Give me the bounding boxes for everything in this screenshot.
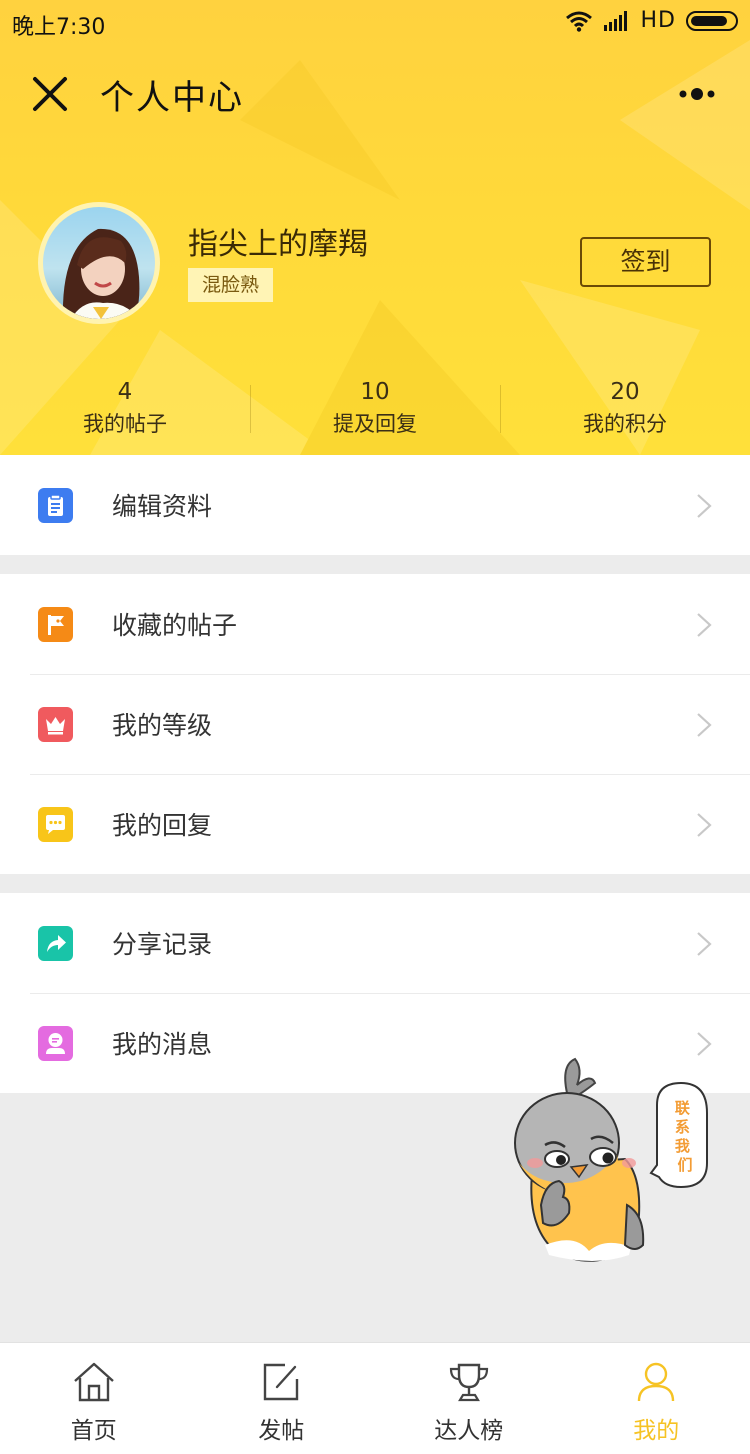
menu-item-label: 我的消息 (112, 1030, 213, 1059)
chat-bubble-icon (38, 807, 73, 842)
stat-value: 20 (610, 379, 640, 405)
stat-posts[interactable]: 4 我的帖子 (0, 375, 250, 445)
share-arrow-icon (38, 926, 73, 961)
tab-label: 达人榜 (434, 1418, 504, 1444)
flag-icon (38, 607, 73, 642)
menu-group-profile: 编辑资料 (0, 455, 750, 555)
trophy-icon (449, 1363, 488, 1402)
network-type: HD (640, 8, 676, 33)
tab-leaderboard[interactable]: 达人榜 (375, 1343, 563, 1454)
menu-item-label: 收藏的帖子 (112, 611, 238, 640)
menu-item-label: 我的回复 (112, 811, 213, 840)
menu-item-my-replies[interactable]: 我的回复 (0, 774, 750, 874)
chevron-right-icon (697, 494, 712, 518)
navbar: 个人中心 (0, 60, 750, 126)
stats-bar: 4 我的帖子 10 提及回复 20 我的积分 (0, 375, 750, 445)
tab-compose[interactable]: 发帖 (188, 1343, 376, 1454)
compose-icon (264, 1363, 299, 1401)
username: 指尖上的摩羯 (188, 227, 368, 262)
status-time: 晚上7:30 (12, 15, 106, 40)
chevron-right-icon (697, 932, 712, 956)
signal-icon (603, 10, 627, 31)
menu-item-label: 我的等级 (112, 711, 213, 740)
status-bar: 晚上7:30 HD (0, 0, 750, 44)
chevron-right-icon (697, 813, 712, 837)
avatar[interactable] (38, 202, 160, 324)
crown-icon (38, 707, 73, 742)
user-icon (638, 1362, 675, 1402)
avatar-image (43, 207, 155, 319)
menu-group-activity: 收藏的帖子 我的等级 我的回复 (0, 574, 750, 874)
battery-icon (686, 10, 738, 31)
stat-label: 我的帖子 (83, 412, 167, 436)
close-icon[interactable] (28, 72, 72, 116)
tab-label: 我的 (633, 1418, 680, 1444)
sign-in-button[interactable]: 签到 (580, 237, 711, 287)
menu-item-label: 编辑资料 (112, 492, 213, 521)
clipboard-icon (38, 488, 73, 523)
stat-points[interactable]: 20 我的积分 (500, 375, 750, 445)
menu-item-favorites[interactable]: 收藏的帖子 (0, 574, 750, 674)
chevron-right-icon (697, 713, 712, 737)
battery-level (691, 15, 727, 26)
menu-item-label: 分享记录 (112, 930, 213, 959)
level-badge: 混脸熟 (188, 268, 274, 302)
stat-value: 10 (360, 379, 390, 405)
more-icon[interactable] (676, 84, 720, 104)
chevron-right-icon (697, 613, 712, 637)
tab-label: 首页 (70, 1418, 117, 1444)
contact-us-mascot[interactable]: 联 系 我 们 (505, 1055, 720, 1265)
tab-label: 发帖 (258, 1418, 305, 1444)
home-icon (73, 1362, 114, 1402)
tab-home[interactable]: 首页 (0, 1343, 188, 1454)
message-icon (38, 1026, 73, 1061)
page-title: 个人中心 (100, 78, 244, 118)
chevron-right-icon (697, 1032, 712, 1056)
menu-item-my-level[interactable]: 我的等级 (0, 674, 750, 774)
stat-value: 4 (117, 379, 133, 405)
menu-item-share-history[interactable]: 分享记录 (0, 893, 750, 993)
stat-label: 我的积分 (583, 412, 667, 436)
profile-header: 晚上7:30 HD 个人中心 指尖上的摩羯 混脸熟 签到 4 我的帖子 10 提… (0, 0, 750, 455)
wifi-icon (565, 11, 592, 32)
bubble-text: 联 系 我 们 (675, 1099, 695, 1174)
stat-label: 提及回复 (333, 412, 417, 436)
stat-mentions[interactable]: 10 提及回复 (250, 375, 500, 445)
tab-profile[interactable]: 我的 (563, 1343, 750, 1454)
tab-bar: 首页 发帖 达人榜 我的 (0, 1342, 750, 1454)
menu-item-edit-profile[interactable]: 编辑资料 (0, 455, 750, 555)
